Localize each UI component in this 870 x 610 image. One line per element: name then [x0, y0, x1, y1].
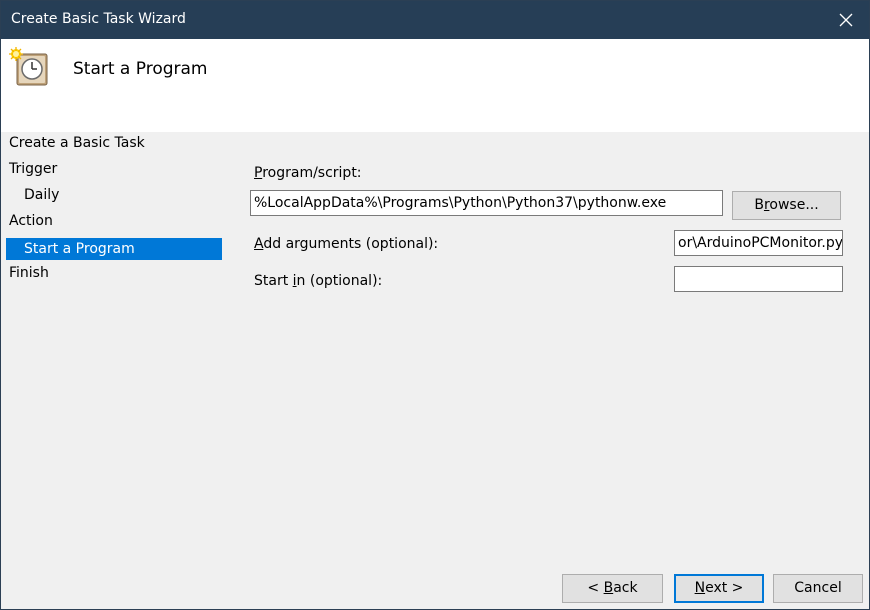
window-title: Create Basic Task Wizard	[11, 11, 186, 27]
close-button[interactable]	[823, 1, 869, 39]
program-script-input[interactable]: %LocalAppData%\Programs\Python\Python37\…	[250, 190, 723, 216]
browse-button[interactable]: Browse...	[732, 191, 841, 220]
back-button[interactable]: < Back	[562, 574, 663, 603]
nav-step-daily[interactable]: Daily	[24, 184, 59, 206]
cancel-button[interactable]: Cancel	[773, 574, 863, 603]
task-scheduler-clock-icon	[9, 47, 48, 86]
wizard-steps-nav: Create a Basic Task Trigger Daily Action…	[1, 132, 233, 609]
page-title: Start a Program	[73, 59, 208, 79]
next-button[interactable]: Next >	[674, 574, 764, 603]
nav-step-create-basic-task[interactable]: Create a Basic Task	[9, 132, 145, 154]
start-in-label: Start in (optional):	[254, 273, 383, 289]
add-arguments-input[interactable]: or\ArduinoPCMonitor.py"	[674, 230, 843, 256]
add-arguments-label: Add arguments (optional):	[254, 236, 439, 252]
nav-step-trigger[interactable]: Trigger	[9, 158, 57, 180]
start-in-input[interactable]	[674, 266, 843, 292]
wizard-window: Create Basic Task Wizard Start a Program…	[0, 0, 870, 610]
close-icon	[839, 13, 853, 27]
title-bar: Create Basic Task Wizard	[1, 1, 869, 39]
nav-step-start-a-program[interactable]: Start a Program	[6, 238, 222, 260]
wizard-header: Start a Program	[1, 39, 869, 132]
program-script-label: Program/script:	[254, 165, 362, 181]
nav-step-finish[interactable]: Finish	[9, 262, 49, 284]
nav-step-action[interactable]: Action	[9, 210, 53, 232]
